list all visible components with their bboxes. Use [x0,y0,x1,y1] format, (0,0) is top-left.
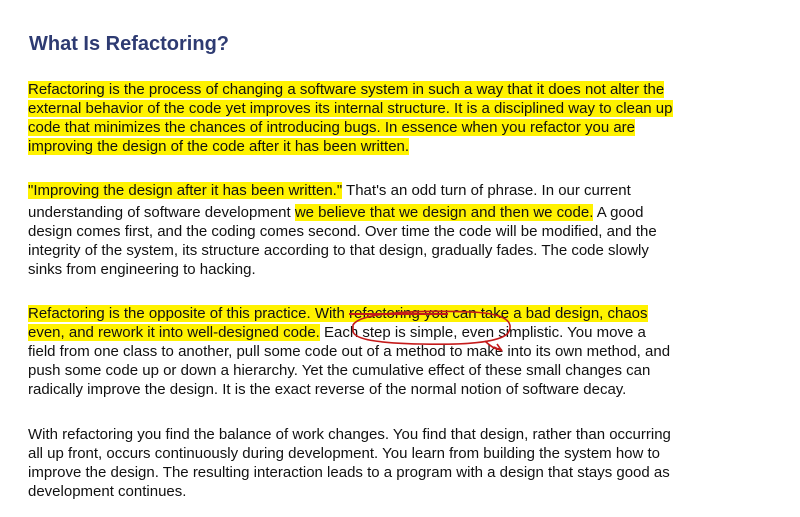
document-page: What Is Refactoring? Refactoring is the … [0,0,800,517]
text-segment: understanding of software development [28,204,295,221]
text-segment: integrity of the system, its structure a… [28,242,649,259]
text-segment: all up front, occurs continuously during… [28,445,661,462]
text-segment: That's an odd turn of phrase. In our cur… [342,182,631,199]
text-line: even, and rework it into well-designed c… [28,324,646,342]
text-segment: Each step is simple, [324,324,458,341]
highlighted-text: Refactoring is the process of changing a… [28,81,665,98]
text-line: design comes first, and the coding comes… [28,223,657,241]
text-line: Refactoring is the process of changing a… [28,81,665,99]
highlighted-text: refactoring you [348,305,449,322]
text-line: Refactoring is the opposite of this prac… [28,305,648,323]
highlighted-text: improving the design of the code after i… [28,138,410,155]
text-line: external behavior of the code yet improv… [28,100,673,118]
text-segment: design comes first, and the coding comes… [28,223,657,240]
highlighted-text: even, and rework it into well-designed c… [28,324,320,341]
text-line: all up front, occurs continuously during… [28,445,660,463]
highlighted-text: Refactoring is the opposite of this prac… [28,305,349,322]
text-line: development continues. [28,483,186,501]
text-line: "Improving the design after it has been … [28,182,631,200]
highlighted-text: external behavior of the code yet improv… [28,100,673,117]
text-line: field from one class to another, pull so… [28,343,670,361]
text-line: understanding of software development we… [28,204,643,222]
text-line: improving the design of the code after i… [28,138,410,156]
text-segment: radically improve the design. It is the … [28,381,627,398]
text-segment: With refactoring you find the balance of… [28,426,671,443]
text-line: radically improve the design. It is the … [28,381,626,399]
highlighted-text: "Improving the design after it has been … [28,182,343,199]
text-segment: push some code up or down a hierarchy. Y… [28,362,651,379]
highlighted-text: code that minimizes the chances of intro… [28,119,636,136]
page-title: What Is Refactoring? [29,33,230,55]
text-segment: field from one class to another, pull so… [28,343,671,360]
text-segment: A good [593,204,644,221]
text-line: sinks from engineering to hacking. [28,261,256,279]
text-line: improve the design. The resulting intera… [28,464,670,482]
text-segment: sinks from engineering to hacking. [28,261,256,278]
highlighted-text: we believe that we design and then we co… [294,204,594,221]
text-line: integrity of the system, its structure a… [28,242,649,260]
text-segment: even simplistic. You move a [457,324,646,341]
highlighted-text: can take a bad design, chaos [448,305,648,322]
text-line: push some code up or down a hierarchy. Y… [28,362,650,380]
text-line: With refactoring you find the balance of… [28,426,671,444]
text-line: code that minimizes the chances of intro… [28,119,636,137]
text-segment: development continues. [28,483,187,500]
text-segment: improve the design. The resulting intera… [28,464,670,481]
